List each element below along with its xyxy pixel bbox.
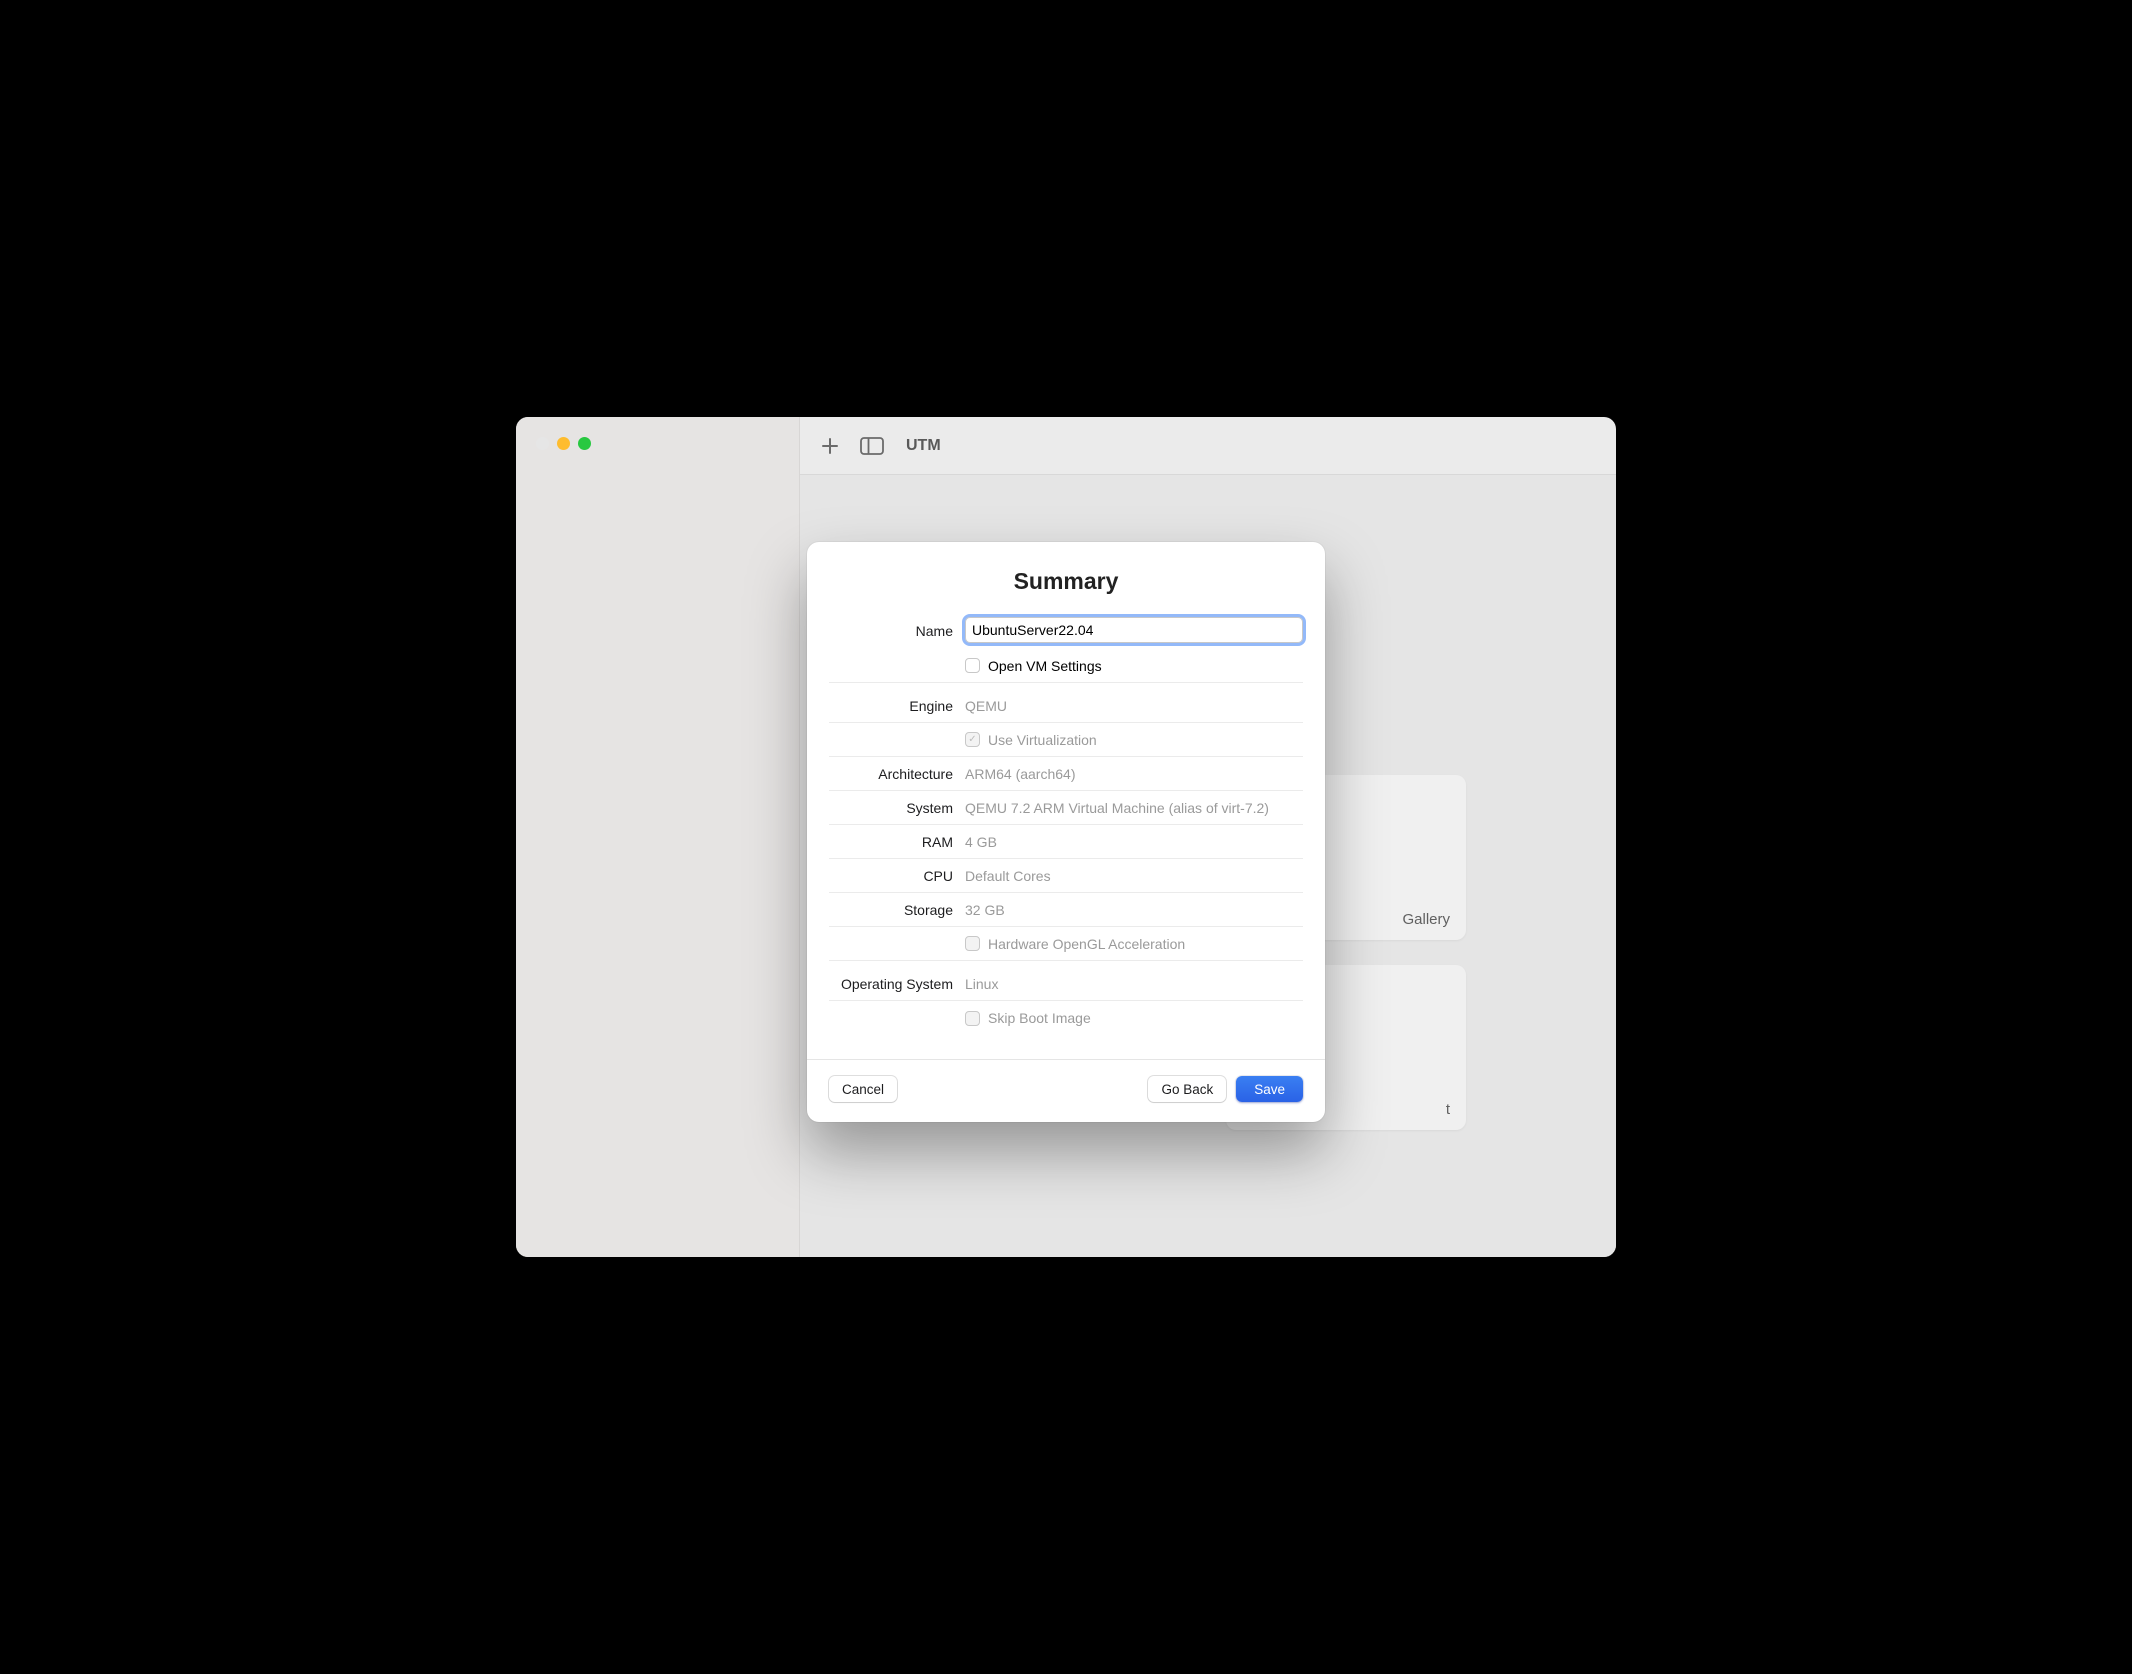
os-value: Linux [965, 970, 1303, 998]
name-input[interactable] [965, 617, 1303, 643]
toggle-sidebar-button[interactable] [860, 434, 884, 458]
storage-label: Storage [829, 902, 965, 918]
minimize-icon[interactable] [557, 437, 570, 450]
dialog-footer: Cancel Go Back Save [807, 1059, 1325, 1122]
name-label: Name [829, 621, 965, 639]
architecture-label: Architecture [829, 766, 965, 782]
save-button[interactable]: Save [1236, 1076, 1303, 1102]
checkbox-icon [965, 936, 980, 951]
add-vm-button[interactable] [818, 434, 842, 458]
dialog-title: Summary [807, 542, 1325, 615]
window-controls [536, 437, 591, 450]
checkbox-icon [965, 1011, 980, 1026]
skip-boot-checkbox: Skip Boot Image [965, 1004, 1303, 1032]
ram-value: 4 GB [965, 828, 1303, 856]
maximize-icon[interactable] [578, 437, 591, 450]
use-virtualization-label: Use Virtualization [988, 732, 1097, 748]
system-value: QEMU 7.2 ARM Virtual Machine (alias of v… [965, 794, 1303, 822]
app-window: UTM Gallery t Summary Name Open VM Sett [516, 417, 1616, 1257]
cpu-value: Default Cores [965, 862, 1303, 890]
sidebar [516, 417, 800, 1257]
checkbox-icon [965, 658, 980, 673]
use-virtualization-checkbox: Use Virtualization [965, 726, 1303, 754]
cpu-label: CPU [829, 868, 965, 884]
engine-value: QEMU [965, 692, 1303, 720]
cancel-button[interactable]: Cancel [829, 1076, 897, 1102]
opengl-label: Hardware OpenGL Acceleration [988, 936, 1185, 952]
opengl-checkbox: Hardware OpenGL Acceleration [965, 930, 1303, 958]
checkbox-checked-icon [965, 732, 980, 747]
go-back-button[interactable]: Go Back [1148, 1076, 1226, 1102]
open-vm-settings-label: Open VM Settings [988, 658, 1102, 674]
toolbar: UTM [800, 417, 1616, 475]
storage-value: 32 GB [965, 896, 1303, 924]
close-icon[interactable] [536, 437, 549, 450]
open-vm-settings-checkbox[interactable]: Open VM Settings [965, 652, 1303, 680]
ram-label: RAM [829, 834, 965, 850]
engine-label: Engine [829, 698, 965, 714]
architecture-value: ARM64 (aarch64) [965, 760, 1303, 788]
summary-dialog: Summary Name Open VM Settings Engine QEM… [807, 542, 1325, 1122]
system-label: System [829, 800, 965, 816]
skip-boot-label: Skip Boot Image [988, 1010, 1091, 1026]
summary-form: Name Open VM Settings Engine QEMU Use Vi… [807, 615, 1325, 1059]
app-title: UTM [906, 437, 941, 455]
os-label: Operating System [829, 976, 965, 992]
